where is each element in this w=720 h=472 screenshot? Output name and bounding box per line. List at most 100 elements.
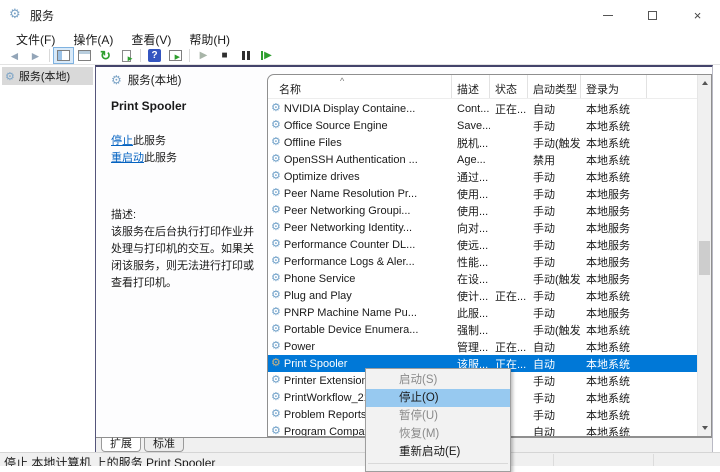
service-name: Peer Networking Identity...: [284, 222, 412, 234]
maximize-icon: [648, 11, 657, 20]
scrollbar-thumb[interactable]: [699, 241, 710, 275]
forward-button[interactable]: ►: [25, 47, 46, 64]
table-row[interactable]: ⚙NVIDIA Display Containe...Cont...正在...自…: [268, 100, 697, 117]
column-header-logon-as[interactable]: 登录为: [581, 75, 647, 98]
service-logon-cell: 本地系统: [581, 339, 647, 355]
pause-service-button[interactable]: [235, 47, 256, 64]
service-logon-cell: 本地服务: [581, 220, 647, 236]
minimize-button[interactable]: [585, 0, 630, 30]
table-row[interactable]: ⚙Offline Files脱机...手动(触发...本地系统: [268, 134, 697, 151]
table-row[interactable]: ⚙Plug and Play使计...正在...手动本地系统: [268, 287, 697, 304]
tab-extended[interactable]: 扩展: [101, 438, 141, 452]
table-row[interactable]: ⚙OpenSSH Authentication ...Age...禁用本地系统: [268, 151, 697, 168]
stop-service-link[interactable]: 停止: [111, 135, 133, 147]
restart-service-button[interactable]: ▶: [256, 47, 277, 64]
service-gear-icon: ⚙: [271, 222, 281, 233]
table-row[interactable]: ⚙Phone Service在设...手动(触发...本地服务: [268, 270, 697, 287]
stop-service-button[interactable]: ■: [214, 47, 235, 64]
service-gear-icon: ⚙: [271, 120, 281, 131]
context-menu-item[interactable]: 重新启动(E): [366, 443, 510, 461]
restart-service-link[interactable]: 重启动: [111, 152, 144, 164]
context-menu-item[interactable]: 恢复(M): [366, 425, 510, 443]
tree-item-label: 服务(本地): [19, 68, 70, 84]
minimize-icon: [603, 15, 613, 16]
service-gear-icon: ⚙: [271, 392, 281, 403]
tab-standard[interactable]: 标准: [144, 438, 184, 452]
table-row[interactable]: ⚙Peer Networking Identity...向对...手动本地服务: [268, 219, 697, 236]
table-row[interactable]: ⚙Performance Counter DL...使远...手动本地服务: [268, 236, 697, 253]
service-logon-cell: 本地系统: [581, 152, 647, 168]
table-row[interactable]: ⚙Peer Name Resolution Pr...使用...手动本地服务: [268, 185, 697, 202]
restart-service-suffix: 此服务: [144, 152, 177, 164]
scroll-down-icon[interactable]: [702, 426, 708, 430]
service-context-menu: 启动(S)停止(O)暂停(U)恢复(M)重新启动(E): [365, 368, 511, 472]
table-row[interactable]: ⚙Optimize drives通过...手动本地系统: [268, 168, 697, 185]
close-button[interactable]: ×: [675, 0, 720, 30]
service-logon-cell: 本地系统: [581, 118, 647, 134]
start-service-button[interactable]: ▶: [193, 47, 214, 64]
window-title: 服务: [30, 7, 54, 24]
export-list-button[interactable]: ►: [116, 47, 137, 64]
taskpad-detail-column: Print Spooler 停止此服务 重启动此服务 描述: 该服务在后台执行打…: [111, 98, 263, 292]
table-row[interactable]: ⚙Power管理...正在...自动本地系统: [268, 338, 697, 355]
table-row[interactable]: ⚙Performance Logs & Aler...性能...手动本地服务: [268, 253, 697, 270]
context-menu-item[interactable]: 停止(O): [366, 389, 510, 407]
restart-service-line: 重启动此服务: [111, 150, 263, 167]
service-logon-cell: 本地系统: [581, 101, 647, 117]
service-startup-cell: 手动: [528, 220, 581, 236]
menu-action[interactable]: 操作(A): [64, 30, 122, 47]
column-header-startup-type[interactable]: 启动类型: [528, 75, 581, 98]
service-name-cell: ⚙Phone Service: [268, 273, 452, 285]
service-name-cell: ⚙Performance Logs & Aler...: [268, 256, 452, 268]
back-button[interactable]: ◄: [4, 47, 25, 64]
tree-item-services-local[interactable]: ⚙ 服务(本地): [2, 67, 93, 85]
column-header-status[interactable]: 状态: [490, 75, 528, 98]
maximize-button[interactable]: [630, 0, 675, 30]
restart-icon: ▶: [261, 51, 272, 61]
service-startup-cell: 自动: [528, 424, 581, 437]
vertical-scrollbar[interactable]: [697, 75, 711, 436]
properties-button[interactable]: [74, 47, 95, 64]
column-header-description[interactable]: 描述: [452, 75, 490, 98]
refresh-icon: ↻: [100, 49, 111, 62]
taskpad-header-label: 服务(本地): [128, 72, 182, 88]
service-gear-icon: ⚙: [271, 358, 281, 369]
service-gear-icon: ⚙: [271, 375, 281, 386]
service-gear-icon: ⚙: [271, 239, 281, 250]
service-name-cell: ⚙Power: [268, 341, 452, 353]
menu-file[interactable]: 文件(F): [7, 30, 64, 47]
service-startup-cell: 手动: [528, 203, 581, 219]
column-header-name[interactable]: 名称 ^: [268, 75, 452, 98]
menu-view[interactable]: 查看(V): [122, 30, 180, 47]
close-icon: ×: [694, 8, 702, 23]
service-desc-cell: 强制...: [452, 322, 490, 338]
service-name: Offline Files: [284, 137, 342, 149]
status-bar: 停止 本地计算机 上的服务 Print Spooler: [0, 452, 720, 466]
service-name-cell: ⚙Peer Networking Identity...: [268, 222, 452, 234]
table-row[interactable]: ⚙Office Source EngineSave...手动本地系统: [268, 117, 697, 134]
service-desc-cell: 此服...: [452, 305, 490, 321]
scroll-up-icon[interactable]: [702, 81, 708, 85]
service-startup-cell: 手动(触发...: [528, 322, 581, 338]
menu-help[interactable]: 帮助(H): [180, 30, 239, 47]
service-desc-cell: Save...: [452, 120, 490, 132]
service-name-cell: ⚙Offline Files: [268, 137, 452, 149]
service-gear-icon: ⚙: [271, 171, 281, 182]
service-logon-cell: 本地服务: [581, 305, 647, 321]
console-tree-toggle-button[interactable]: [53, 47, 74, 64]
service-logon-cell: 本地系统: [581, 322, 647, 338]
context-menu-item[interactable]: 启动(S): [366, 371, 510, 389]
sort-ascending-icon: ^: [340, 76, 344, 86]
menu-bar: 文件(F) 操作(A) 查看(V) 帮助(H): [0, 30, 720, 47]
action-pane-toggle-button[interactable]: ▶: [165, 47, 186, 64]
context-menu-item[interactable]: 暂停(U): [366, 407, 510, 425]
table-row[interactable]: ⚙Peer Networking Groupi...使用...手动本地服务: [268, 202, 697, 219]
table-row[interactable]: ⚙PNRP Machine Name Pu...此服...手动本地服务: [268, 304, 697, 321]
table-row[interactable]: ⚙Portable Device Enumera...强制...手动(触发...…: [268, 321, 697, 338]
service-startup-cell: 手动: [528, 237, 581, 253]
refresh-button[interactable]: ↻: [95, 47, 116, 64]
console-tree-pane: ⚙ 服务(本地): [0, 65, 95, 452]
action-pane-icon: ▶: [169, 50, 182, 61]
service-desc-cell: 使用...: [452, 186, 490, 202]
help-button[interactable]: ?: [144, 47, 165, 64]
